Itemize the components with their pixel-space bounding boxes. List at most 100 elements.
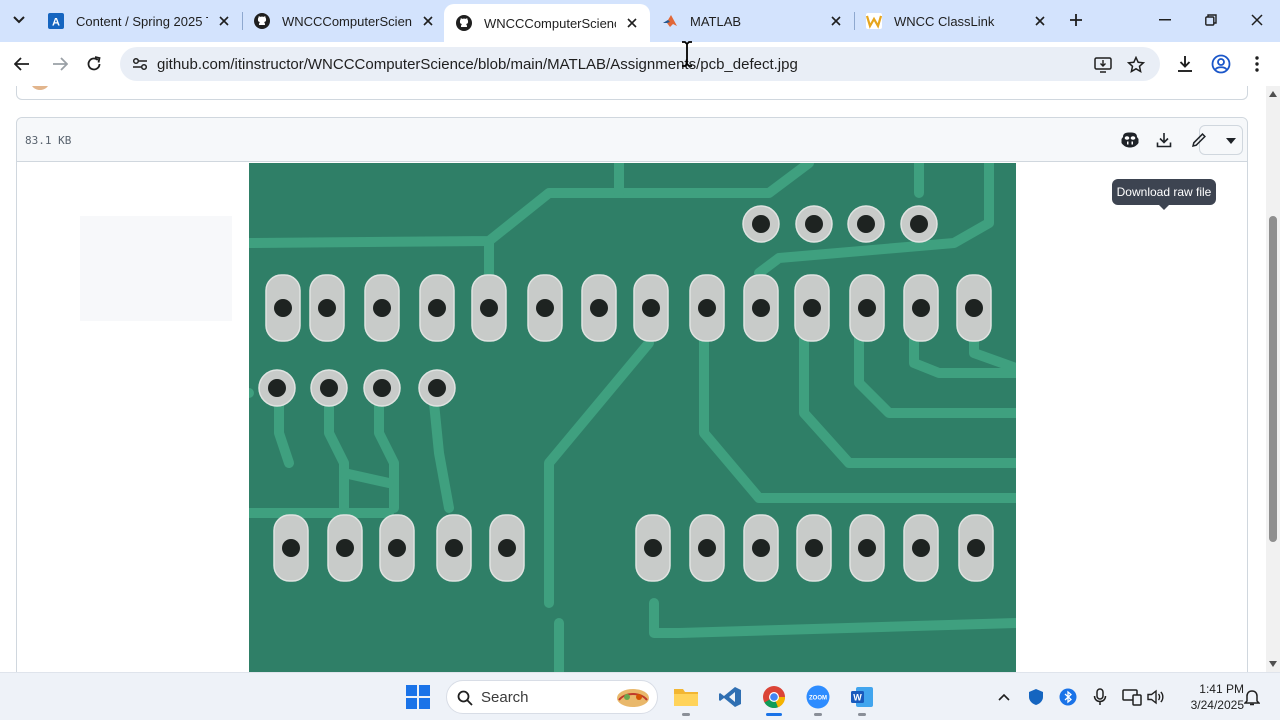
start-button[interactable] xyxy=(404,683,432,711)
pcb-pad xyxy=(743,514,779,582)
pcb-pad xyxy=(956,274,992,342)
notification-bell-icon xyxy=(1244,690,1260,706)
close-icon xyxy=(1251,14,1263,26)
download-raw-button[interactable] xyxy=(1149,125,1179,155)
show-hidden-icons-button[interactable] xyxy=(994,687,1014,707)
address-bar[interactable]: github.com/itinstructor/WNCCComputerScie… xyxy=(120,47,1160,81)
back-button[interactable] xyxy=(8,50,36,78)
zoom-button[interactable]: ZOOM xyxy=(804,683,832,711)
zoom-icon: ZOOM xyxy=(806,685,830,709)
page-scrollbar[interactable] xyxy=(1266,86,1280,672)
clock-time: 1:41 PM xyxy=(1199,682,1244,696)
pcb-pad xyxy=(273,514,309,582)
chrome-button[interactable] xyxy=(760,683,788,711)
pencil-icon[interactable] xyxy=(1191,132,1207,148)
word-button[interactable]: W xyxy=(848,683,876,711)
restore-icon xyxy=(1205,14,1217,26)
shield-icon xyxy=(1029,689,1043,705)
defender-tray-icon[interactable] xyxy=(1026,687,1046,707)
tab-title: WNCCComputerScience/ xyxy=(282,13,412,29)
file-viewer: 83.1 KB xyxy=(16,117,1248,672)
file-explorer-button[interactable] xyxy=(672,683,700,711)
download-icon xyxy=(1178,56,1192,72)
tab-classlink[interactable]: WNCC ClassLink xyxy=(854,4,1058,38)
close-window-button[interactable] xyxy=(1242,6,1272,34)
notifications-tray-icon[interactable] xyxy=(1242,687,1262,707)
word-icon: W xyxy=(851,687,873,707)
pcb-pad xyxy=(794,274,830,342)
copilot-icon xyxy=(1121,132,1139,148)
bookmark-star-icon[interactable] xyxy=(1125,54,1147,76)
folder-icon xyxy=(674,689,698,706)
restore-button[interactable] xyxy=(1196,6,1226,34)
pcb-pad xyxy=(689,274,725,342)
downloads-button[interactable] xyxy=(1172,51,1198,77)
tab-title: WNCCComputerScience/ xyxy=(484,15,616,31)
pcb-pad xyxy=(743,274,779,342)
file-size: 83.1 KB xyxy=(25,134,72,147)
matlab-icon xyxy=(662,13,678,29)
pcb-pad xyxy=(903,274,939,342)
close-icon[interactable] xyxy=(624,15,640,31)
bluetooth-icon xyxy=(1059,688,1077,706)
pcb-pad xyxy=(258,369,296,407)
taskbar-search[interactable]: Search xyxy=(446,680,658,714)
pcb-pad xyxy=(689,514,725,582)
chevron-up-icon xyxy=(998,693,1010,701)
anthology-icon: A xyxy=(48,13,64,29)
tab-content-spring[interactable]: A Content / Spring 2025 Te xyxy=(36,4,242,38)
scrollbar-thumb[interactable] xyxy=(1269,216,1277,542)
search-placeholder: Search xyxy=(481,689,529,706)
pcb-pad xyxy=(849,514,885,582)
tab-matlab[interactable]: MATLAB xyxy=(650,4,854,38)
pcb-image-svg xyxy=(249,163,1016,672)
caret-down-icon[interactable] xyxy=(1226,138,1236,144)
arrow-right-icon xyxy=(53,57,68,71)
search-highlight-icon xyxy=(617,689,649,707)
browser-menu-button[interactable] xyxy=(1244,51,1270,77)
arrow-left-icon xyxy=(14,57,29,71)
microphone-icon xyxy=(1093,688,1107,705)
pcb-pad xyxy=(635,514,671,582)
tab-title: Content / Spring 2025 Te xyxy=(76,13,208,29)
pcb-pad xyxy=(419,274,455,342)
bluetooth-tray-icon[interactable] xyxy=(1058,687,1078,707)
close-icon[interactable] xyxy=(1032,13,1048,29)
close-icon[interactable] xyxy=(828,13,844,29)
scroll-up-icon[interactable] xyxy=(1269,90,1277,98)
pcb-pad xyxy=(958,514,994,582)
pcb-pad xyxy=(903,514,939,582)
chrome-icon xyxy=(763,686,786,709)
pcb-pad xyxy=(418,369,456,407)
scroll-down-icon[interactable] xyxy=(1269,660,1277,668)
new-tab-button[interactable] xyxy=(1064,8,1088,32)
profile-button[interactable] xyxy=(1208,51,1234,77)
volume-tray-icon[interactable] xyxy=(1146,687,1166,707)
url-text[interactable]: github.com/itinstructor/WNCCComputerScie… xyxy=(157,56,798,73)
copilot-button[interactable] xyxy=(1115,125,1145,155)
reload-button[interactable] xyxy=(80,50,108,78)
tab-search-button[interactable] xyxy=(6,8,32,32)
pcb-pad xyxy=(633,274,669,342)
pcb-pad xyxy=(310,369,348,407)
microphone-tray-icon[interactable] xyxy=(1090,687,1110,707)
minimize-button[interactable] xyxy=(1150,6,1180,34)
tab-github-1[interactable]: WNCCComputerScience/ xyxy=(242,4,446,38)
close-icon[interactable] xyxy=(216,13,232,29)
network-tray-icon[interactable] xyxy=(1122,687,1142,707)
download-raw-tooltip: Download raw file xyxy=(1112,179,1216,210)
pcb-pad xyxy=(742,205,780,243)
install-app-icon[interactable] xyxy=(1092,54,1114,76)
text-cursor-icon xyxy=(682,41,692,67)
taskbar-clock[interactable]: 1:41 PM 3/24/2025 xyxy=(1176,681,1244,713)
close-icon[interactable] xyxy=(420,13,436,29)
pcb-pad xyxy=(581,274,617,342)
vscode-button[interactable] xyxy=(716,683,744,711)
search-icon xyxy=(457,690,473,706)
site-info-icon[interactable] xyxy=(130,54,150,74)
forward-button[interactable] xyxy=(46,50,74,78)
tab-github-active[interactable]: WNCCComputerScience/ xyxy=(444,4,650,42)
chevron-down-icon xyxy=(13,16,25,24)
running-indicator xyxy=(682,713,690,716)
speaker-icon xyxy=(1147,689,1164,705)
